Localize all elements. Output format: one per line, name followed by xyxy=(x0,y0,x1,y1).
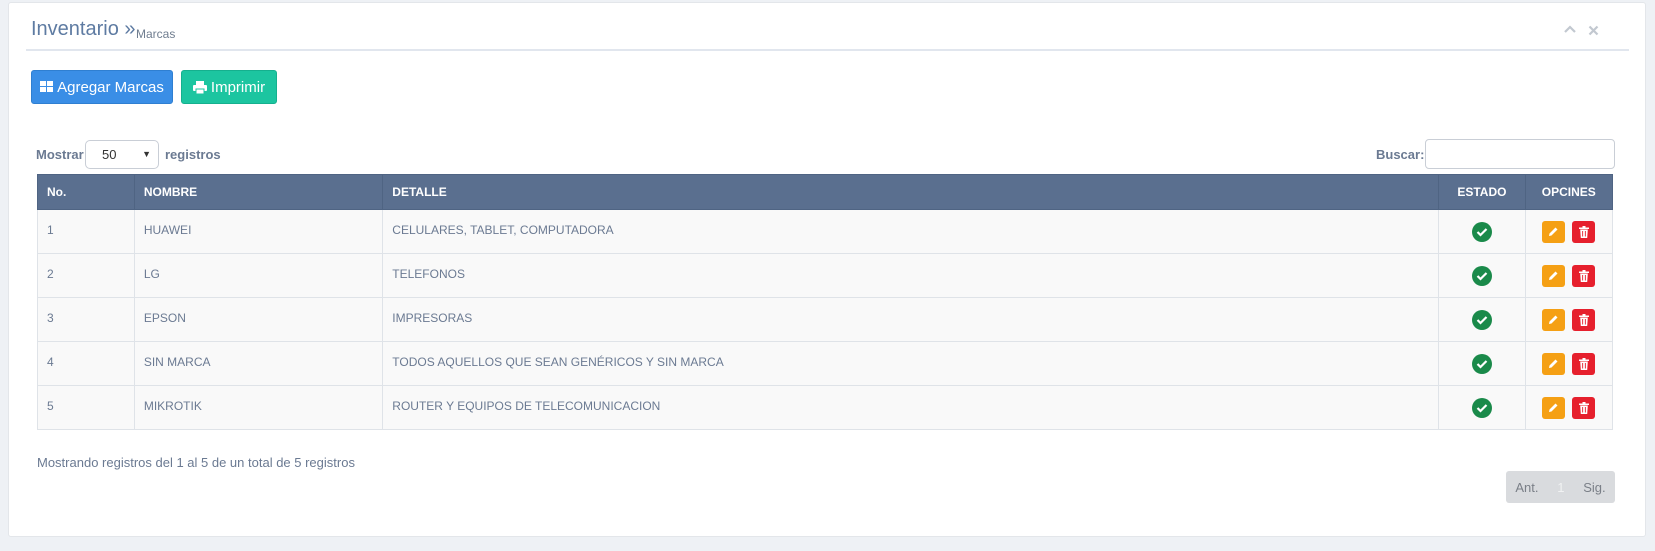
col-header-nombre[interactable]: NOMBRE xyxy=(133,174,384,210)
col-header-estado[interactable]: ESTADO xyxy=(1438,174,1526,210)
cell-detalle: CELULARES, TABLET, COMPUTADORA xyxy=(382,209,1440,254)
caret-down-icon: ▼ xyxy=(142,149,151,159)
current-page[interactable]: 1 xyxy=(1557,480,1564,495)
cell-estado xyxy=(1438,385,1526,430)
check-circle-icon xyxy=(1471,221,1492,242)
cell-detalle: TODOS AQUELLOS QUE SEAN GENÉRICOS Y SIN … xyxy=(382,341,1440,386)
brands-table: No. NOMBRE DETALLE ESTADO OPCINES 1 HUAWE… xyxy=(37,174,1614,430)
cell-no: 1 xyxy=(37,209,135,254)
print-button[interactable]: Imprimir xyxy=(181,70,277,104)
table-row: 1 HUAWEI CELULARES, TABLET, COMPUTADORA xyxy=(37,209,1614,254)
cell-no: 2 xyxy=(37,253,135,298)
table-row: 4 SIN MARCA TODOS AQUELLOS QUE SEAN GENÉRI… xyxy=(37,341,1614,386)
pencil-icon xyxy=(1549,403,1558,412)
widget-controls xyxy=(1564,23,1599,39)
pencil-icon xyxy=(1549,271,1558,280)
edit-button[interactable] xyxy=(1542,264,1566,287)
cell-nombre: HUAWEI xyxy=(133,209,384,254)
pagination: Ant. 1 Sig. xyxy=(1506,471,1615,503)
pencil-icon xyxy=(1549,359,1558,368)
prev-page-button[interactable]: Ant. xyxy=(1515,480,1538,495)
table-row: 5 MIKROTIK ROUTER Y EQUIPOS DE TELECOMUNIC… xyxy=(37,385,1614,430)
cell-opciones xyxy=(1524,297,1614,342)
table-header-row: No. NOMBRE DETALLE ESTADO OPCINES xyxy=(37,174,1614,210)
search-input[interactable] xyxy=(1425,139,1615,169)
cell-opciones xyxy=(1524,341,1614,386)
check-circle-icon xyxy=(1471,353,1492,374)
chevron-up-icon[interactable] xyxy=(1564,23,1576,39)
check-circle-icon xyxy=(1471,397,1492,418)
page-length-select[interactable]: 50 ▼ xyxy=(85,140,159,169)
trash-icon xyxy=(1578,401,1589,414)
table-info: Mostrando registros del 1 al 5 de un tot… xyxy=(37,455,355,470)
check-circle-icon xyxy=(1471,309,1492,330)
cell-opciones xyxy=(1524,209,1614,254)
page-title: Inventario » xyxy=(31,18,136,40)
trash-icon xyxy=(1578,313,1589,326)
delete-button[interactable] xyxy=(1572,220,1596,243)
edit-button[interactable] xyxy=(1542,308,1566,331)
next-page-button[interactable]: Sig. xyxy=(1583,480,1605,495)
delete-button[interactable] xyxy=(1572,396,1596,419)
cell-estado xyxy=(1438,297,1526,342)
delete-button[interactable] xyxy=(1572,308,1596,331)
search-label: Buscar: xyxy=(1376,147,1425,162)
close-icon[interactable] xyxy=(1588,23,1599,39)
length-suffix: registros xyxy=(165,147,221,162)
check-circle-icon xyxy=(1471,265,1492,286)
cell-estado xyxy=(1438,341,1526,386)
edit-button[interactable] xyxy=(1542,396,1566,419)
cell-detalle: ROUTER Y EQUIPOS DE TELECOMUNICACION xyxy=(382,385,1440,430)
col-header-no[interactable]: No. xyxy=(37,174,135,210)
printer-icon xyxy=(192,80,207,94)
length-prefix: Mostrar xyxy=(36,147,84,162)
breadcrumb: Marcas xyxy=(136,27,176,41)
table-row: 3 EPSON IMPRESORAS xyxy=(37,297,1614,342)
cell-no: 3 xyxy=(37,297,135,342)
cell-opciones xyxy=(1524,385,1614,430)
pencil-icon xyxy=(1549,227,1558,236)
trash-icon xyxy=(1578,269,1589,282)
grid-icon xyxy=(40,81,54,92)
delete-button[interactable] xyxy=(1572,352,1596,375)
trash-icon xyxy=(1578,357,1589,370)
cell-detalle: TELEFONOS xyxy=(382,253,1440,298)
col-header-detalle[interactable]: DETALLE xyxy=(382,174,1440,210)
pencil-icon xyxy=(1549,315,1558,324)
cell-no: 4 xyxy=(37,341,135,386)
cell-estado xyxy=(1438,253,1526,298)
cell-opciones xyxy=(1524,253,1614,298)
page-length-value: 50 xyxy=(102,147,117,162)
edit-button[interactable] xyxy=(1542,352,1566,375)
marcas-widget: Inventario » Marcas Agregar Marcas Impri… xyxy=(8,2,1646,537)
trash-icon xyxy=(1578,225,1589,238)
cell-nombre: EPSON xyxy=(133,297,384,342)
cell-estado xyxy=(1438,209,1526,254)
delete-button[interactable] xyxy=(1572,264,1596,287)
cell-detalle: IMPRESORAS xyxy=(382,297,1440,342)
widget-header: Inventario » Marcas xyxy=(26,3,1629,51)
cell-nombre: SIN MARCA xyxy=(133,341,384,386)
edit-button[interactable] xyxy=(1542,220,1566,243)
print-label: Imprimir xyxy=(210,78,266,96)
table-row: 2 LG TELEFONOS xyxy=(37,253,1614,298)
add-brand-label: Agregar Marcas xyxy=(57,78,164,96)
cell-no: 5 xyxy=(37,385,135,430)
col-header-opciones: OPCINES xyxy=(1524,174,1614,210)
cell-nombre: MIKROTIK xyxy=(133,385,384,430)
cell-nombre: LG xyxy=(133,253,384,298)
add-brand-button[interactable]: Agregar Marcas xyxy=(31,70,173,104)
